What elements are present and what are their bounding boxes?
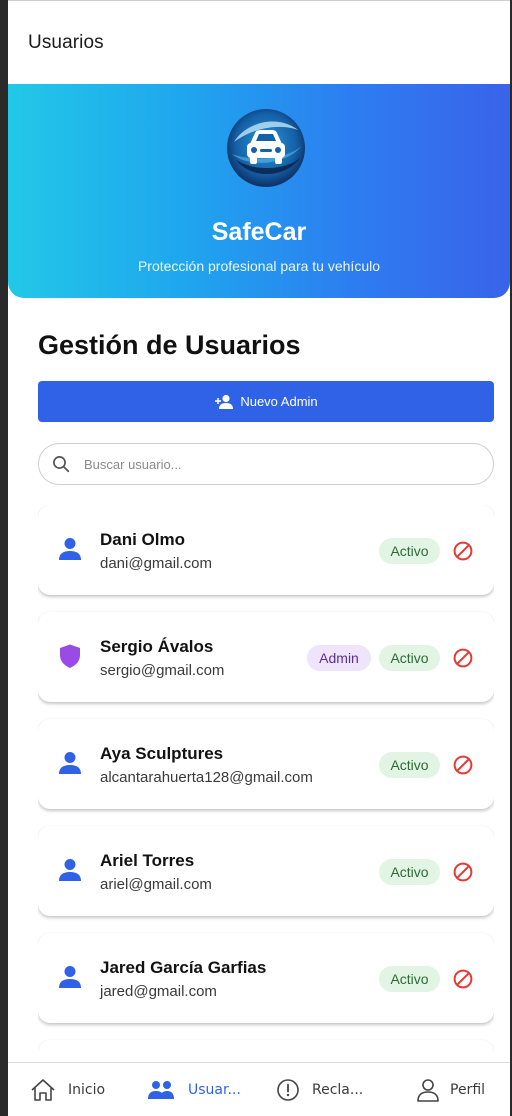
app-bar: Usuarios bbox=[8, 1, 510, 85]
user-email: jared@gmail.com bbox=[100, 983, 217, 1000]
safecar-logo-icon bbox=[227, 109, 305, 187]
alert-circle-icon bbox=[277, 1079, 299, 1101]
user-name: Ariel Torres bbox=[100, 851, 195, 870]
brand-tagline: Protección profesional para tu vehículo bbox=[137, 258, 381, 274]
user-card[interactable]: Ariel Torres ariel@gmail.com Activo bbox=[38, 826, 494, 916]
nav-item-usuarios[interactable]: Usuar... bbox=[146, 1063, 241, 1116]
block-user-icon[interactable] bbox=[452, 540, 474, 562]
search-bar[interactable] bbox=[38, 443, 494, 485]
bottom-navigation: Inicio Usuar... Recla... Perfil bbox=[8, 1062, 510, 1116]
search-input[interactable] bbox=[84, 456, 444, 472]
new-admin-label: Nuevo Admin bbox=[240, 394, 318, 409]
block-user-icon[interactable] bbox=[452, 754, 474, 776]
nav-label-inicio: Inicio bbox=[68, 1082, 106, 1098]
profile-icon bbox=[417, 1079, 439, 1102]
block-user-icon[interactable] bbox=[452, 968, 474, 990]
shield-icon bbox=[60, 644, 80, 668]
nav-label-perfil: Perfil bbox=[450, 1082, 486, 1098]
user-card[interactable]: Sergio Ávalos sergio@gmail.com Admin Act… bbox=[38, 612, 494, 702]
users-icon bbox=[148, 1081, 174, 1099]
status-badge: Activo bbox=[379, 966, 440, 992]
app-screen: Usuarios SafeCar Protección profesional … bbox=[0, 0, 512, 1116]
person-icon bbox=[59, 859, 81, 881]
user-email: alcantarahuerta128@gmail.com bbox=[100, 769, 313, 786]
nav-label-usuarios: Usuar... bbox=[188, 1082, 241, 1098]
user-name: Dani Olmo bbox=[100, 530, 186, 549]
home-icon bbox=[31, 1079, 55, 1101]
search-icon bbox=[53, 456, 70, 473]
hero-banner: SafeCar Protección profesional para tu v… bbox=[8, 84, 510, 298]
new-admin-button[interactable]: Nuevo Admin bbox=[38, 381, 494, 422]
user-name: Jared García Garfias bbox=[100, 958, 267, 977]
block-user-icon[interactable] bbox=[452, 647, 474, 669]
app-bar-title: Usuarios bbox=[28, 32, 104, 53]
add-person-icon bbox=[215, 394, 234, 409]
user-email: ariel@gmail.com bbox=[100, 876, 212, 893]
person-icon bbox=[59, 752, 81, 774]
user-card[interactable]: Jared García Garfias jared@gmail.com Act… bbox=[38, 933, 494, 1023]
person-icon bbox=[59, 966, 81, 988]
user-card-partial[interactable] bbox=[38, 1040, 494, 1062]
admin-badge: Admin bbox=[307, 645, 371, 671]
user-card[interactable]: Dani Olmo dani@gmail.com Activo bbox=[38, 505, 494, 595]
block-user-icon[interactable] bbox=[452, 861, 474, 883]
user-email: dani@gmail.com bbox=[100, 555, 212, 572]
nav-item-inicio[interactable]: Inicio bbox=[30, 1063, 105, 1116]
status-badge: Activo bbox=[379, 752, 440, 778]
nav-item-reclamos[interactable]: Recla... bbox=[276, 1063, 363, 1116]
status-badge: Activo bbox=[379, 645, 440, 671]
user-list: Dani Olmo dani@gmail.com Activo Sergio Á… bbox=[38, 505, 494, 1062]
brand-name: SafeCar bbox=[211, 218, 307, 246]
window-edge-left bbox=[0, 0, 8, 1116]
status-badge: Activo bbox=[379, 538, 440, 564]
status-badge: Activo bbox=[379, 859, 440, 885]
nav-label-reclamos: Recla... bbox=[312, 1082, 364, 1098]
user-name: Sergio Ávalos bbox=[100, 637, 214, 656]
nav-item-perfil[interactable]: Perfil bbox=[416, 1063, 485, 1116]
person-icon bbox=[59, 538, 81, 560]
user-card[interactable]: Aya Sculptures alcantarahuerta128@gmail.… bbox=[38, 719, 494, 809]
page-title: Gestión de Usuarios bbox=[38, 330, 301, 360]
user-email: sergio@gmail.com bbox=[100, 662, 225, 679]
user-name: Aya Sculptures bbox=[100, 744, 224, 763]
